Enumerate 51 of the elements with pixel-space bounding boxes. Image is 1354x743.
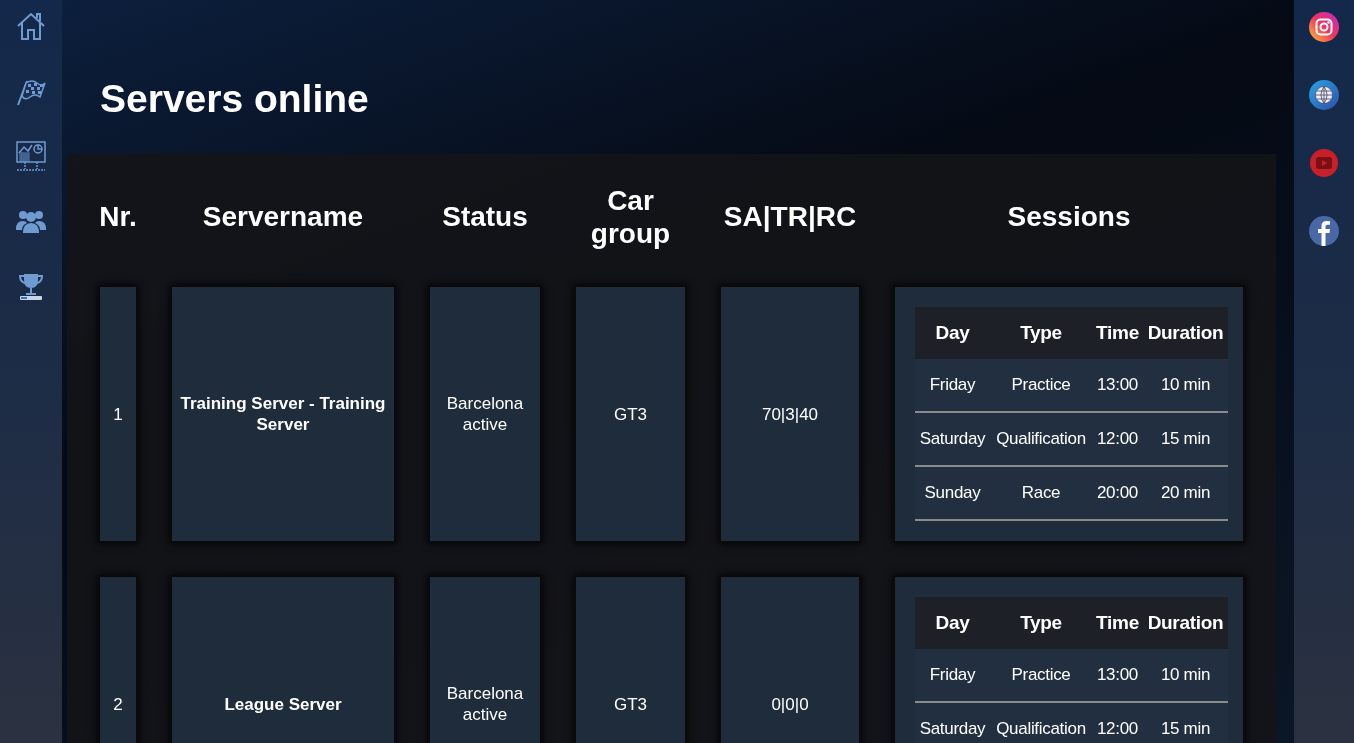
page-title: Servers online — [99, 76, 370, 122]
column-header: SA|TR|RC — [722, 200, 858, 234]
table-cell: Friday — [915, 649, 990, 703]
column-header: Nr. — [98, 200, 138, 234]
table-cell: Practice — [990, 359, 1092, 413]
play-logo-icon[interactable] — [1309, 148, 1339, 178]
column-header: Type — [990, 307, 1092, 359]
table-cell: Practice — [990, 649, 1092, 703]
table-cell: League Server — [170, 575, 396, 743]
column-header: Type — [990, 597, 1092, 649]
column-header: Sessions — [1006, 200, 1132, 234]
table-cell: 10 min — [1143, 359, 1228, 413]
column-header: Day — [915, 597, 990, 649]
facebook-icon[interactable] — [1309, 216, 1339, 246]
table-cell: 12:00 — [1092, 413, 1143, 467]
home-icon[interactable] — [15, 10, 47, 42]
chart-board-icon[interactable] — [15, 140, 47, 172]
table-cell: 20:00 — [1092, 467, 1143, 521]
table-cell: 15 min — [1143, 413, 1228, 467]
table-cell: Barcelona active — [428, 575, 542, 743]
table-cell: Sunday — [915, 467, 990, 521]
column-header: Duration — [1143, 597, 1228, 649]
table-cell: Qualification — [990, 413, 1092, 467]
table-cell: 0|0|0 — [719, 575, 861, 743]
column-header: Duration — [1143, 307, 1228, 359]
column-header: Car group — [589, 183, 672, 251]
camera-logo-icon[interactable] — [1309, 12, 1339, 42]
table-cell: Qualification — [990, 703, 1092, 743]
table-cell: 70|3|40 — [719, 285, 861, 543]
table-cell: 1 — [98, 285, 138, 543]
table-cell: 15 min — [1143, 703, 1228, 743]
globe-icon[interactable] — [1309, 80, 1339, 110]
table-cell: 10 min — [1143, 649, 1228, 703]
table-cell: 13:00 — [1092, 649, 1143, 703]
table-cell: Race — [990, 467, 1092, 521]
column-header: Time — [1092, 597, 1143, 649]
table-cell: 20 min — [1143, 467, 1228, 521]
table-cell: 2 — [98, 575, 138, 743]
column-header: Time — [1092, 307, 1143, 359]
table-cell: Barcelona active — [428, 285, 542, 543]
table-cell: Training Server - Training Server — [170, 285, 396, 543]
table-cell: Saturday — [915, 703, 990, 743]
table-cell: Friday — [915, 359, 990, 413]
table-cell: 13:00 — [1092, 359, 1143, 413]
column-header: Servername — [201, 200, 365, 234]
table-cell: 12:00 — [1092, 703, 1143, 743]
table-cell: GT3 — [574, 575, 687, 743]
table-cell: Saturday — [915, 413, 990, 467]
column-header: Status — [441, 200, 529, 234]
table-cell: GT3 — [574, 285, 687, 543]
column-header: Day — [915, 307, 990, 359]
